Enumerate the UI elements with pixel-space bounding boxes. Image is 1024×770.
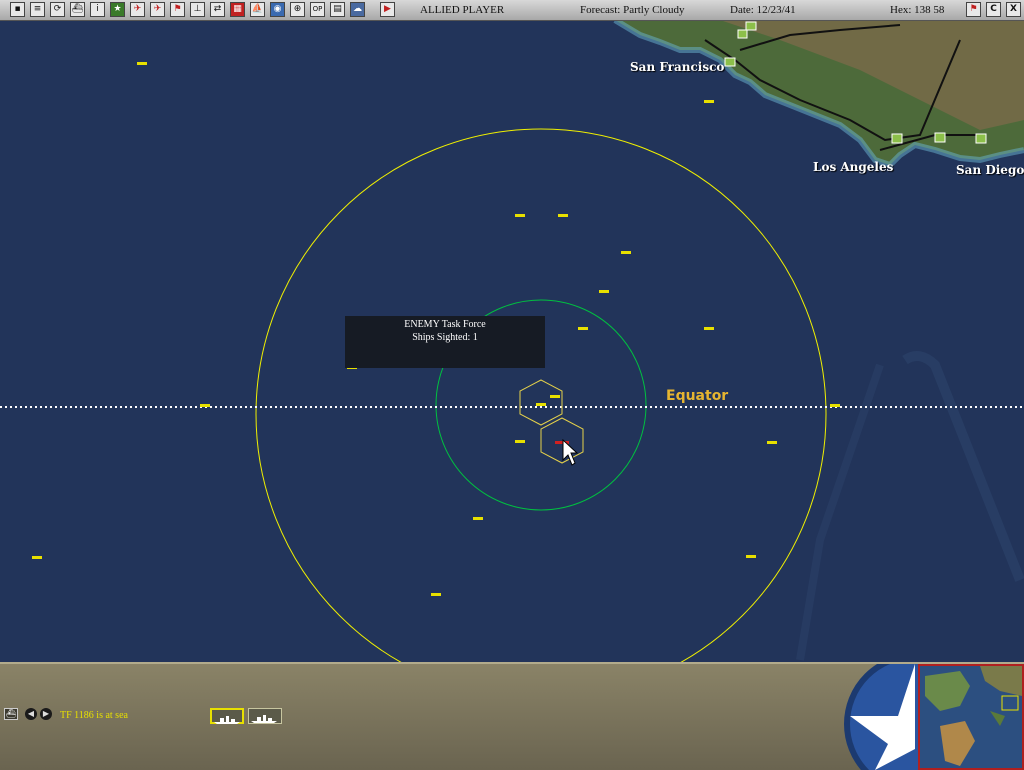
star-icon[interactable]: ★	[110, 2, 125, 17]
save-icon[interactable]: ▪	[10, 2, 25, 17]
city-label: San Francisco	[630, 60, 725, 74]
tooltip-ships-sighted: Ships Sighted: 1	[412, 332, 478, 343]
city-label: San Diego	[956, 163, 1024, 177]
player-label: ALLIED PLAYER	[420, 4, 505, 16]
seafloor-ridge-2	[796, 363, 884, 661]
strategic-map[interactable]: San Francisco Los Angeles San Diego Equa…	[0, 20, 1024, 662]
info-icon[interactable]: i	[90, 2, 105, 17]
report-icon[interactable]: ≡	[30, 2, 45, 17]
chart-icon[interactable]: ▦	[230, 2, 245, 17]
minimap[interactable]	[918, 664, 1024, 770]
op-icon[interactable]: OP	[310, 2, 325, 17]
allied-star-emblem	[844, 664, 920, 770]
play-icon[interactable]: ▶	[380, 2, 395, 17]
prev-arrow-icon[interactable]: ◀	[25, 708, 37, 720]
target-icon[interactable]: ⊕	[290, 2, 305, 17]
flag-icon[interactable]: ⚑	[170, 2, 185, 17]
tooltip-title: ENEMY Task Force	[404, 319, 486, 330]
status-message: TF 1186 is at sea	[60, 710, 128, 721]
hex-highlight	[519, 379, 563, 426]
flag-icon[interactable]: ⚑	[966, 2, 981, 17]
forecast-label: Forecast: Partly Cloudy	[580, 4, 685, 16]
city-label: Los Angeles	[813, 160, 894, 174]
transfer-icon[interactable]: ⇄	[210, 2, 225, 17]
weather-icon[interactable]: ☁	[350, 2, 365, 17]
enemy-taskforce-tooltip: ENEMY Task Force Ships Sighted: 1	[345, 316, 545, 368]
refresh-icon[interactable]: ⟳	[50, 2, 65, 17]
ship-class-button[interactable]	[210, 708, 244, 724]
seafloor-ridge	[902, 351, 1024, 582]
aircraft-icon[interactable]: ✈	[130, 2, 145, 17]
range-circle-outer	[255, 128, 827, 662]
date-label: Date: 12/23/41	[730, 4, 796, 16]
globe-icon[interactable]: ◉	[270, 2, 285, 17]
ship-icon	[251, 715, 277, 723]
next-arrow-icon[interactable]: ▶	[40, 708, 52, 720]
c-icon[interactable]: C	[986, 2, 1001, 17]
ship-class-button[interactable]	[248, 708, 282, 724]
ship-icon	[214, 716, 240, 724]
bottom-info-panel: ⛴ ◀ ▶ TF 1186 is at sea	[0, 662, 1024, 770]
close-icon[interactable]: X	[1006, 2, 1021, 17]
taskforce-icon[interactable]: ⛴	[4, 708, 18, 720]
taskforce-icon[interactable]: ⛵	[250, 2, 265, 17]
ships-icon[interactable]: ⛴	[70, 2, 85, 17]
top-toolbar: ▪ ≡ ⟳ ⛴ i ★ ✈ ✈ ⚑ ⊥ ⇄ ▦ ⛵ ◉ ⊕ OP ▤ ☁ ▶ A…	[0, 0, 1024, 21]
minimap-canvas[interactable]	[920, 666, 1022, 768]
hex-highlight	[540, 417, 584, 464]
grid-icon[interactable]: ▤	[330, 2, 345, 17]
carrier-icon[interactable]: ⊥	[190, 2, 205, 17]
hex-label: Hex: 138 58	[890, 4, 945, 16]
equator-label: Equator	[666, 388, 729, 404]
bomber-icon[interactable]: ✈	[150, 2, 165, 17]
